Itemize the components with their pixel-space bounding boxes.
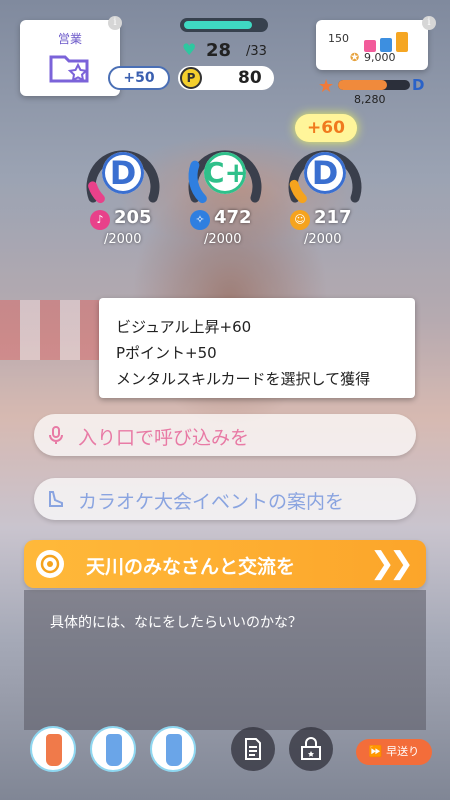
fan-grade: D: [412, 76, 425, 94]
stamina-bar: [180, 18, 268, 32]
choice-call-in[interactable]: 入り口で呼び込みを: [34, 414, 416, 456]
choice-karaoke[interactable]: カラオケ大会イベントの案内を: [34, 478, 416, 520]
dance-max: /2000: [204, 232, 242, 247]
shoe-icon: ✧: [190, 210, 210, 230]
choice-label: カラオケ大会イベントの案内を: [78, 491, 345, 513]
shoe-icon: [49, 491, 63, 507]
bottle-icon: [46, 734, 62, 766]
effect-line: メンタルスキルカードを選択して獲得: [116, 370, 371, 388]
fast-forward-icon: ⏩: [368, 745, 383, 758]
log-button[interactable]: [231, 727, 275, 771]
visual-value: 217: [314, 207, 352, 228]
visual-max: /2000: [304, 232, 342, 247]
vocal-value: 205: [114, 207, 152, 228]
drink-item-1[interactable]: [30, 726, 76, 772]
stamina-current: 28: [206, 40, 232, 61]
vocal-rank: D: [102, 152, 144, 194]
visual-gauge: D: [282, 140, 368, 210]
effect-line: Pポイント+50: [116, 344, 217, 362]
double-chevron-right-icon: ❯❯: [369, 546, 414, 581]
fan-progress-bar: [338, 80, 410, 90]
fast-forward-label: 早送り: [386, 745, 420, 758]
effect-tooltip: ビジュアル上昇+60 Pポイント+50 メンタルスキルカードを選択して獲得: [99, 298, 415, 398]
stamina-max: /33: [246, 44, 267, 59]
fan-count: 8,280: [354, 93, 386, 106]
drink-item-2[interactable]: [90, 726, 136, 772]
points-bonus-badge: +50: [108, 66, 170, 90]
effect-line: ビジュアル上昇+60: [116, 318, 252, 336]
choice-label: 天川のみなさんと交流を: [86, 556, 296, 578]
job-card[interactable]: 営業: [20, 20, 120, 96]
description-text: 具体的には、なにをしたらいいのかな？: [50, 615, 302, 631]
points-value: 80: [238, 68, 262, 88]
document-icon: [245, 738, 261, 760]
skill-card-button[interactable]: [289, 727, 333, 771]
description-box: 具体的には、なにをしたらいいのかな？: [24, 590, 426, 730]
folder-star-icon: [49, 55, 89, 83]
bottle-icon: [106, 734, 122, 766]
dance-rank: C+: [204, 152, 248, 194]
choice-label: 入り口で呼び込みを: [78, 427, 250, 449]
lock-box-icon: [301, 737, 321, 760]
rank-info-icon[interactable]: i: [422, 16, 436, 30]
bottle-icon: [166, 734, 182, 766]
fan-star-icon: ★: [318, 76, 335, 97]
microphone-icon: [49, 426, 63, 444]
star-icon: ✪: [350, 51, 360, 64]
vocal-max: /2000: [104, 232, 142, 247]
face-icon: ☺: [290, 210, 310, 230]
heart-icon: ♥: [182, 40, 197, 59]
drink-item-3[interactable]: [150, 726, 196, 772]
job-label: 営業: [57, 32, 82, 46]
visual-rank: D: [304, 152, 346, 194]
dance-gauge: C+: [182, 140, 268, 210]
dance-value: 472: [214, 207, 252, 228]
fan-rank-card[interactable]: 150 ✪ 9,000: [316, 20, 428, 70]
mini-bar-blue: [380, 38, 392, 52]
microphone-icon: ♪: [90, 210, 110, 230]
mini-bar-orange: [396, 32, 408, 52]
job-info-icon[interactable]: i: [108, 16, 122, 30]
visual-bonus-badge: +60: [295, 114, 357, 142]
star-value: 9,000: [364, 51, 396, 64]
fans-level: 150: [328, 32, 349, 45]
choice-interact-selected[interactable]: 天川のみなさんと交流を ❯❯: [24, 540, 426, 588]
p-coin-icon: P: [180, 67, 202, 89]
face-icon: [36, 550, 64, 578]
vocal-gauge: D: [80, 140, 166, 210]
fast-forward-button[interactable]: ⏩ 早送り: [356, 739, 432, 765]
